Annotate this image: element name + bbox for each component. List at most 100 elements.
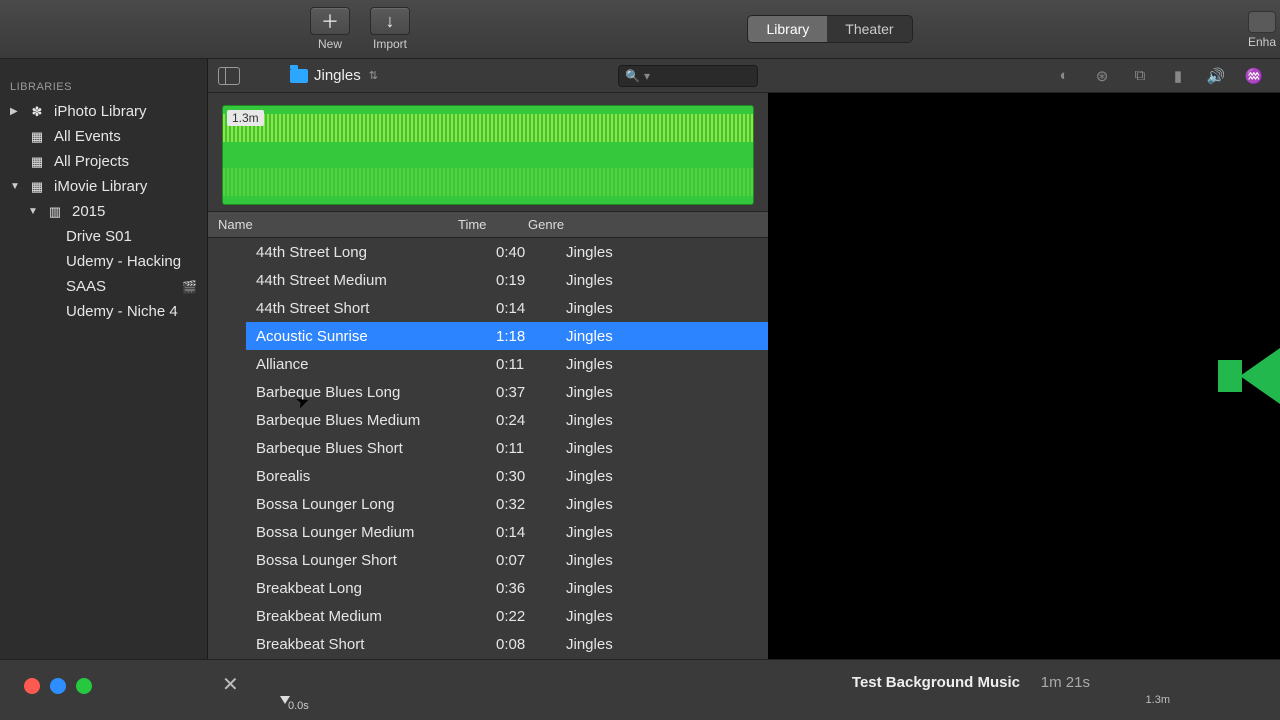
folder-icon: ▥: [46, 204, 64, 220]
track-time: 1:18: [486, 324, 556, 349]
column-name[interactable]: Name: [208, 212, 448, 237]
track-genre: Jingles: [556, 632, 768, 657]
track-genre: Jingles: [556, 408, 768, 433]
search-input[interactable]: 🔍▾: [618, 65, 758, 87]
clapperboard-icon: 🎬: [182, 280, 197, 294]
media-browser: Jingles ⇅ 🔍▾ 1.3m Name Time Genre 44th S…: [208, 59, 768, 659]
sidebar-item-year[interactable]: ▼ ▥ 2015: [0, 199, 207, 224]
video-viewer[interactable]: [768, 93, 1280, 659]
import-button[interactable]: ↓ Import: [360, 3, 420, 55]
sidebar-item-project[interactable]: Udemy - Hacking: [0, 249, 207, 274]
track-name: 44th Street Short: [246, 296, 486, 321]
timeline-zero-label: 0.0s: [288, 700, 309, 712]
sidebar-item-label: 2015: [72, 203, 105, 220]
sidebar-item-project[interactable]: SAAS🎬: [0, 274, 207, 299]
folder-dropdown[interactable]: Jingles ⇅: [290, 67, 378, 84]
table-row[interactable]: Breakbeat Long0:36Jingles: [246, 574, 768, 602]
sidebar-item-all-projects[interactable]: ▦ All Projects: [0, 149, 207, 174]
track-time: 0:30: [486, 464, 556, 489]
track-time: 0:11: [486, 436, 556, 461]
track-time: 0:07: [486, 548, 556, 573]
table-row[interactable]: Bossa Lounger Short0:07Jingles: [246, 546, 768, 574]
zoom-window-button[interactable]: [76, 678, 92, 694]
download-icon: ↓: [370, 7, 410, 35]
sidebar-item-imovie[interactable]: ▼ ▦ iMovie Library: [0, 174, 207, 199]
minimize-window-button[interactable]: [50, 678, 66, 694]
plus-icon: ＋: [310, 7, 350, 35]
track-name: Breakbeat Medium: [246, 604, 486, 629]
column-genre[interactable]: Genre: [518, 212, 768, 237]
close-timeline-button[interactable]: ✕: [222, 672, 239, 697]
chevron-down-icon: ▼: [28, 206, 38, 217]
grid-icon: ▦: [28, 154, 46, 170]
table-row[interactable]: Acoustic Sunrise1:18Jingles: [246, 322, 768, 350]
track-genre: Jingles: [556, 268, 768, 293]
table-row[interactable]: 44th Street Short0:14Jingles: [246, 294, 768, 322]
sidebar-header: LIBRARIES: [0, 77, 207, 99]
track-name: Barbeque Blues Short: [246, 436, 486, 461]
track-name: Breakbeat Short: [246, 632, 486, 657]
sidebar-item-all-events[interactable]: ▦ All Events: [0, 124, 207, 149]
import-label: Import: [373, 37, 407, 51]
track-time: 0:14: [486, 520, 556, 545]
table-row[interactable]: Breakbeat Medium0:22Jingles: [246, 602, 768, 630]
breadcrumb-label: Jingles: [314, 67, 361, 84]
sidebar-item-project[interactable]: Udemy - Niche 4: [0, 299, 207, 324]
volume-icon[interactable]: 🔊: [1206, 67, 1226, 85]
new-button[interactable]: ＋ New: [300, 3, 360, 55]
breadcrumb: Jingles ⇅ 🔍▾: [208, 59, 768, 93]
sidebar-item-iphoto[interactable]: ▶ ✽ iPhoto Library: [0, 99, 207, 124]
tab-theater[interactable]: Theater: [827, 16, 911, 42]
folder-icon: [290, 69, 308, 83]
sidebar-item-label: iMovie Library: [54, 178, 147, 195]
view-segmented-control: Library Theater: [747, 15, 912, 43]
table-row[interactable]: Barbeque Blues Short0:11Jingles: [246, 434, 768, 462]
chevron-right-icon: ▶: [10, 106, 20, 117]
sidebar-item-label: All Projects: [54, 153, 129, 170]
sidebar-item-label: Drive S01: [66, 228, 132, 245]
track-time: 0:37: [486, 380, 556, 405]
table-row[interactable]: 44th Street Long0:40Jingles: [246, 238, 768, 266]
track-name: 44th Street Long: [246, 240, 486, 265]
close-window-button[interactable]: [24, 678, 40, 694]
search-icon: 🔍: [625, 69, 640, 83]
toggle-sidebar-button[interactable]: [218, 67, 240, 85]
track-time: 0:19: [486, 268, 556, 293]
equalizer-icon[interactable]: ♒: [1244, 67, 1264, 85]
table-row[interactable]: Borealis0:30Jingles: [246, 462, 768, 490]
track-genre: Jingles: [556, 296, 768, 321]
track-time: 0:32: [486, 492, 556, 517]
table-row[interactable]: Bossa Lounger Long0:32Jingles: [246, 490, 768, 518]
column-time[interactable]: Time: [448, 212, 518, 237]
table-row[interactable]: Barbeque Blues Medium0:24Jingles: [246, 406, 768, 434]
track-genre: Jingles: [556, 436, 768, 461]
track-time: 0:22: [486, 604, 556, 629]
color-correction-icon[interactable]: ⊛: [1092, 67, 1112, 85]
sidebar-item-label: All Events: [54, 128, 121, 145]
project-title: Test Background Music: [852, 674, 1020, 691]
track-name: Borealis: [246, 464, 486, 489]
project-duration: 1m 21s: [1041, 674, 1090, 691]
table-row[interactable]: Breakbeat Short0:08Jingles: [246, 630, 768, 658]
table-row[interactable]: Barbeque Blues Long0:37Jingles: [246, 378, 768, 406]
dropdown-icon: ▾: [644, 69, 650, 83]
track-name: Bossa Lounger Short: [246, 548, 486, 573]
track-name: Bossa Lounger Medium: [246, 520, 486, 545]
enhance-button[interactable]: Enha: [1244, 0, 1280, 59]
table-row[interactable]: Alliance0:11Jingles: [246, 350, 768, 378]
waveform-preview[interactable]: 1.3m: [222, 105, 754, 205]
sidebar-item-project[interactable]: Drive S01: [0, 224, 207, 249]
window-controls: [24, 678, 92, 694]
crop-icon[interactable]: ⧉: [1130, 67, 1150, 85]
waveform-duration-label: 1.3m: [227, 110, 264, 126]
track-genre: Jingles: [556, 464, 768, 489]
tab-library[interactable]: Library: [748, 16, 827, 42]
camera-icon[interactable]: ▮: [1168, 67, 1188, 85]
color-balance-icon[interactable]: ◐: [1054, 67, 1074, 85]
table-row[interactable]: 44th Street Medium0:19Jingles: [246, 266, 768, 294]
enhance-label: Enha: [1248, 35, 1276, 49]
track-genre: Jingles: [556, 324, 768, 349]
enhance-icon: [1248, 11, 1276, 33]
preview-panel: ◐ ⊛ ⧉ ▮ 🔊 ♒: [768, 59, 1280, 659]
table-row[interactable]: Bossa Lounger Medium0:14Jingles: [246, 518, 768, 546]
